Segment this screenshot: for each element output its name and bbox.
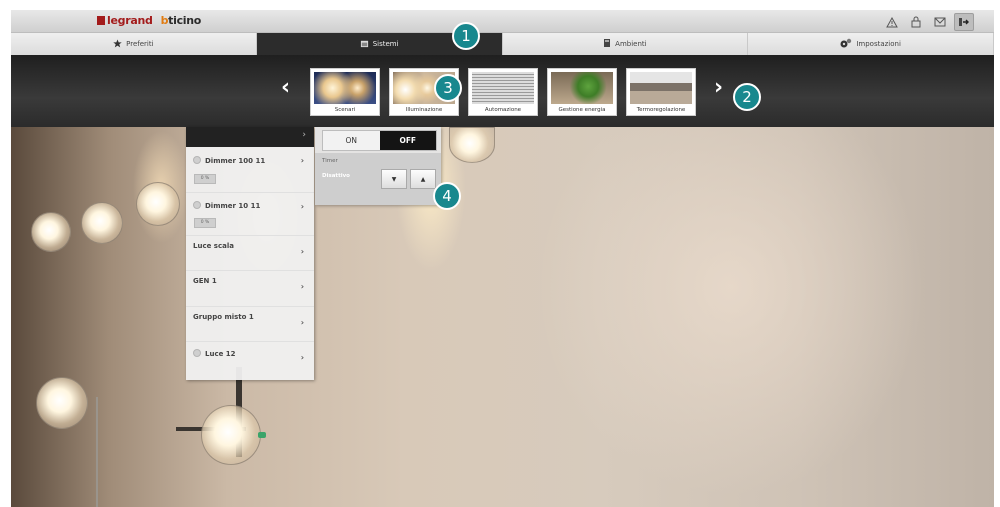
exit-icon[interactable] xyxy=(954,13,974,31)
carousel-item-label: Automazione xyxy=(484,107,522,113)
bticino-logo-text: bticino xyxy=(160,14,202,27)
system-icon xyxy=(360,39,369,50)
tab-preferiti[interactable]: Preferiti xyxy=(11,33,257,55)
dimmer-level-badge: 0 % xyxy=(194,218,216,228)
device-name: Dimmer 10 11 xyxy=(205,202,261,210)
room-icon xyxy=(603,38,611,50)
room-background: › Dimmer 100 11 › 0 % Dimmer 10 11 › 0 %… xyxy=(11,127,994,507)
callout-3: 3 xyxy=(434,74,462,102)
carousel-item-label: Gestione energia xyxy=(558,107,606,113)
carousel-item-termoregolazione[interactable]: Termoregolazione xyxy=(626,68,696,116)
callout-2: 2 xyxy=(733,83,761,111)
light-bulb xyxy=(81,202,123,244)
carousel-item-label: Scenari xyxy=(334,107,356,113)
tab-ambienti[interactable]: Ambienti xyxy=(502,33,749,55)
lamp-stand xyxy=(96,397,98,507)
system-carousel: ‹ Scenari Illuminazione Automazione Gest… xyxy=(11,55,994,127)
callout-1: 1 xyxy=(452,22,480,50)
device-name: Gruppo misto 1 xyxy=(193,313,254,321)
timer-value: Disattivo xyxy=(322,173,350,179)
thermoregulation-icon xyxy=(630,72,692,104)
device-list-panel: › Dimmer 100 11 › 0 % Dimmer 10 11 › 0 %… xyxy=(186,127,314,380)
device-row-luce-12[interactable]: Luce 12 › xyxy=(186,342,314,380)
carousel-item-gestione-energia[interactable]: Gestione energia xyxy=(547,68,617,116)
device-name: Luce scala xyxy=(193,242,234,250)
status-dot xyxy=(193,156,201,164)
timer-up-button[interactable]: ▲ xyxy=(410,169,436,189)
top-bar: legrand bticino xyxy=(11,10,994,33)
on-button[interactable]: ON xyxy=(323,131,380,150)
carousel-item-label: Termoregolazione xyxy=(636,107,686,113)
carousel-item-scenari[interactable]: Scenari xyxy=(310,68,380,116)
tab-label: Ambienti xyxy=(615,40,647,48)
tab-label: Impostazioni xyxy=(856,40,901,48)
carousel-prev-button[interactable]: ‹ xyxy=(281,77,290,99)
automation-icon xyxy=(472,72,534,104)
main-tabs: Preferiti Sistemi Ambienti Impostazioni xyxy=(11,33,994,55)
chevron-right-icon: › xyxy=(300,202,304,211)
chevron-right-icon: › xyxy=(300,156,304,165)
device-row-dimmer-10-11[interactable]: Dimmer 10 11 › 0 % xyxy=(186,193,314,236)
callout-4: 4 xyxy=(433,182,461,210)
light-bulb xyxy=(31,212,71,252)
chevron-right-icon: › xyxy=(300,318,304,327)
device-row-luce-scala[interactable]: Luce scala › xyxy=(186,236,314,271)
chevron-right-icon: › xyxy=(300,247,304,256)
tab-label: Preferiti xyxy=(126,40,154,48)
lock-icon[interactable] xyxy=(906,13,926,31)
carousel-next-button[interactable]: › xyxy=(714,77,723,99)
device-row-dimmer-100-11[interactable]: Dimmer 100 11 › 0 % xyxy=(186,147,314,193)
chevron-right-icon: › xyxy=(300,353,304,362)
device-list-header: › xyxy=(186,127,314,147)
carousel-item-label: Illuminazione xyxy=(405,107,443,113)
light-bulb xyxy=(449,127,495,163)
status-dot xyxy=(193,201,201,209)
light-bulb xyxy=(136,182,180,226)
device-name: GEN 1 xyxy=(193,277,217,285)
top-icons xyxy=(882,13,974,31)
device-row-gruppo-misto-1[interactable]: Gruppo misto 1 › xyxy=(186,307,314,342)
device-row-gen-1[interactable]: GEN 1 › xyxy=(186,271,314,307)
star-icon xyxy=(113,38,122,50)
energy-icon xyxy=(551,72,613,104)
off-button[interactable]: OFF xyxy=(379,131,436,150)
tab-label: Sistemi xyxy=(372,40,399,48)
app-frame: legrand bticino Preferiti Sistemi Ambien… xyxy=(11,10,994,507)
light-control-panel: ON OFF Timer Disattivo ▼ ▲ xyxy=(315,127,441,205)
device-name: Luce 12 xyxy=(205,350,236,358)
carousel-item-automazione[interactable]: Automazione xyxy=(468,68,538,116)
legrand-logo-mark xyxy=(97,16,105,25)
settings-icon xyxy=(840,38,852,50)
status-dot xyxy=(193,349,201,357)
tab-impostazioni[interactable]: Impostazioni xyxy=(748,33,994,55)
legrand-logo-text: legrand xyxy=(107,14,153,27)
light-bulb xyxy=(36,377,88,429)
alert-triangle-icon[interactable] xyxy=(882,13,902,31)
device-name: Dimmer 100 11 xyxy=(205,157,266,165)
light-bulb xyxy=(201,405,266,465)
chevron-right-icon: › xyxy=(300,282,304,291)
scenarios-icon xyxy=(314,72,376,104)
on-off-toggle: ON OFF xyxy=(322,130,437,151)
mail-icon[interactable] xyxy=(930,13,950,31)
brand-logo: legrand bticino xyxy=(97,14,201,27)
timer-label: Timer xyxy=(322,158,338,164)
timer-down-button[interactable]: ▼ xyxy=(381,169,407,189)
dimmer-level-badge: 0 % xyxy=(194,174,216,184)
